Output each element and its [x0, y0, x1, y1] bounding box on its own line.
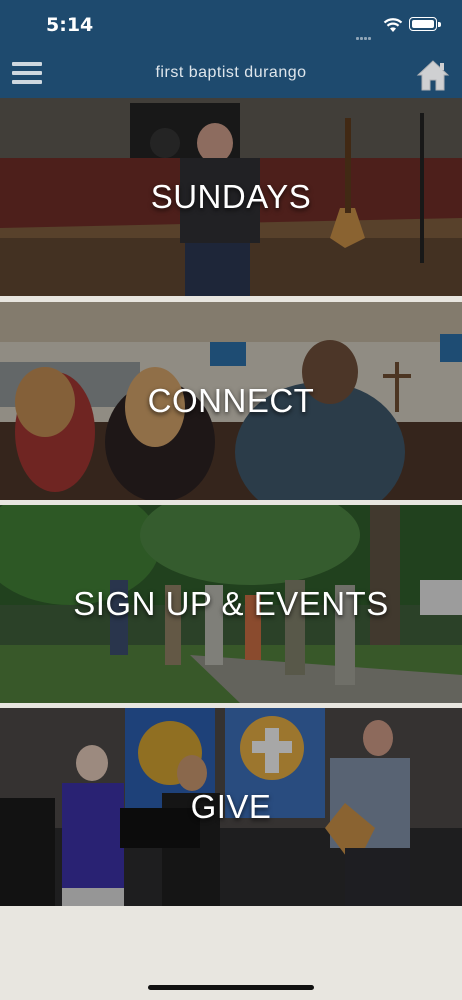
app-header: first baptist durango: [0, 50, 462, 98]
home-icon[interactable]: [416, 58, 450, 92]
tile-connect-label: CONNECT: [147, 382, 315, 419]
tile-give-label: GIVE: [190, 788, 272, 825]
tile-sundays-label: SUNDAYS: [150, 178, 312, 215]
status-time: 5:14: [46, 14, 94, 36]
status-bar: 5:14: [0, 0, 462, 50]
home-indicator[interactable]: [148, 985, 314, 990]
tile-sundays[interactable]: SUNDAYS: [0, 98, 462, 296]
tile-connect[interactable]: CONNECT: [0, 302, 462, 500]
app-title: first baptist durango: [155, 64, 307, 81]
battery-icon: [409, 17, 441, 31]
tile-give[interactable]: GIVE: [0, 708, 462, 906]
tile-sign-up-events-label: SIGN UP & EVENTS: [73, 585, 389, 622]
wifi-icon: [383, 18, 403, 32]
tile-sign-up-events[interactable]: SIGN UP & EVENTS: [0, 505, 462, 703]
cellular-signal-icon: [356, 25, 374, 40]
